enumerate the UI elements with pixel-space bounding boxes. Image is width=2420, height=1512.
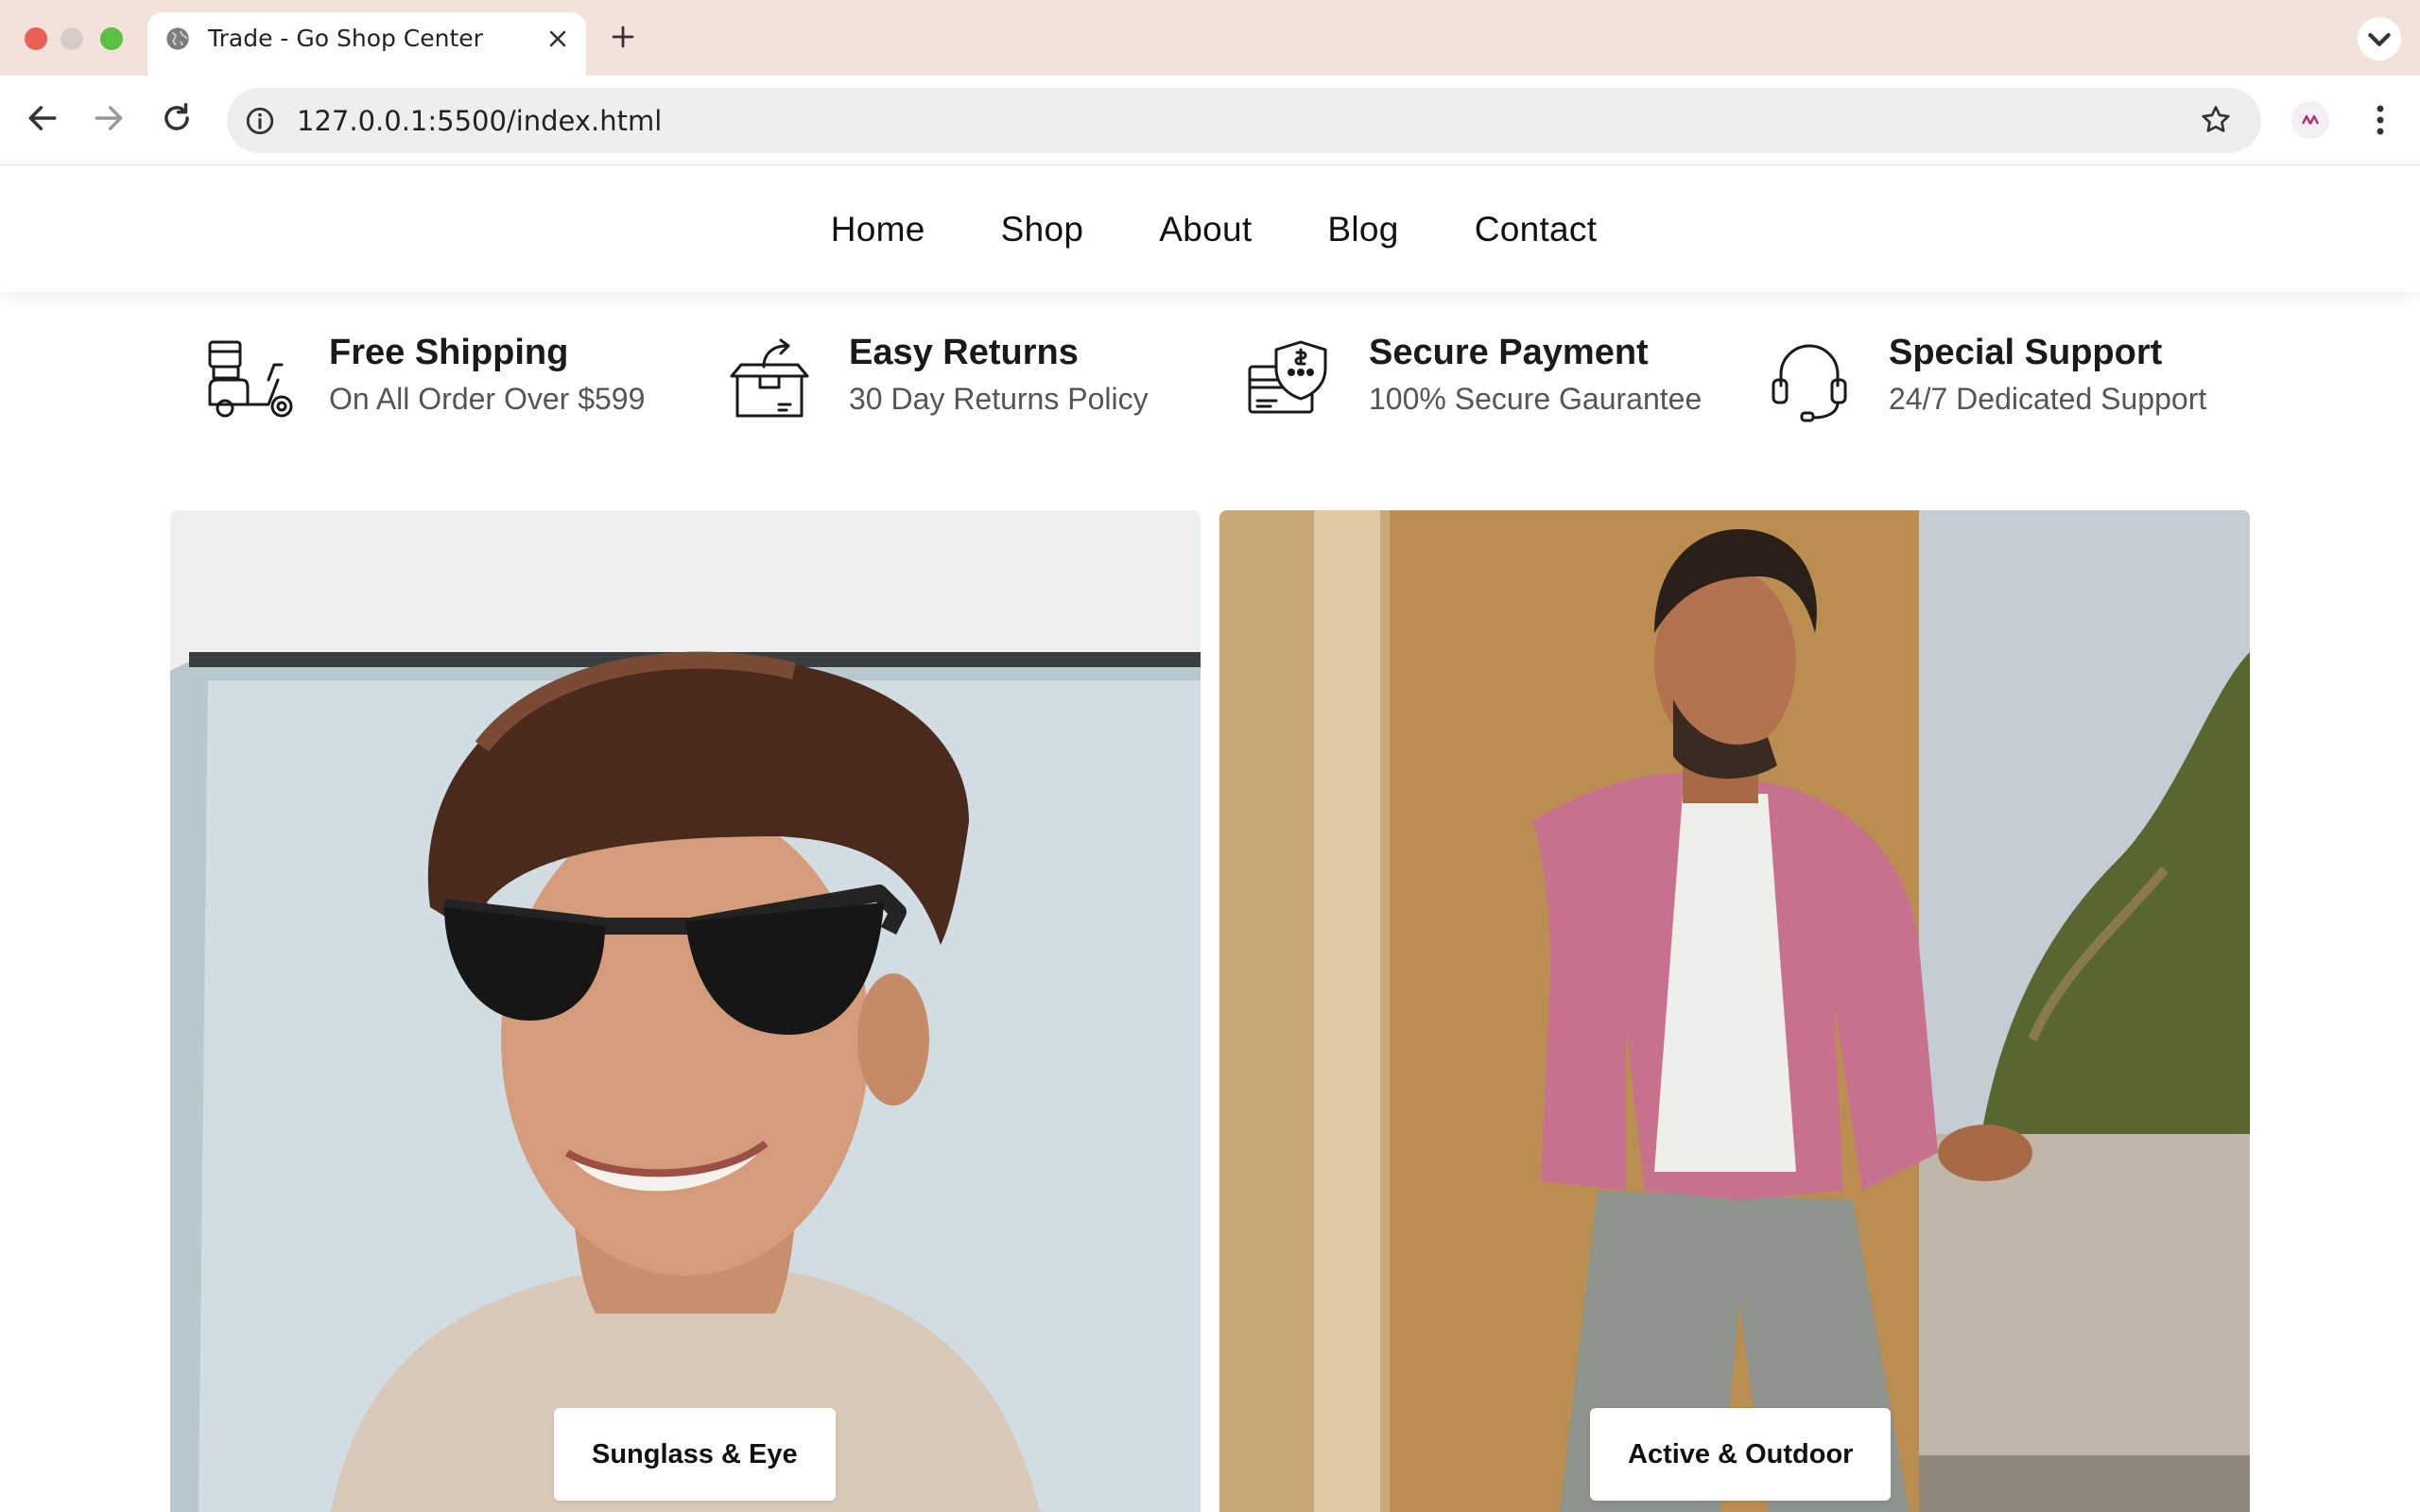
address-bar[interactable]: 127.0.0.1:5500/index.html: [227, 88, 2261, 153]
category-banner-outdoor[interactable]: Active & Outdoor: [1219, 510, 2250, 1512]
forward-icon[interactable]: [91, 100, 127, 136]
chevron-down-icon: [2368, 33, 2391, 46]
feature-title: Special Support: [1889, 333, 2163, 372]
feature-free-shipping: Free Shipping On All Order Over $599: [206, 333, 679, 427]
site-header: Home Shop About Blog Contact: [0, 166, 2420, 292]
star-icon[interactable]: [2199, 103, 2233, 137]
minimize-window-button[interactable]: [60, 27, 83, 50]
feature-special-support: Special Support 24/7 Dedicated Support: [1766, 333, 2295, 427]
feature-secure-payment: Secure Payment 100% Secure Gaurantee: [1246, 333, 1775, 427]
feature-title: Easy Returns: [849, 333, 1079, 372]
nav-contact[interactable]: Contact: [1475, 210, 1598, 249]
browser-toolbar: 127.0.0.1:5500/index.html: [0, 76, 2420, 165]
feature-title: Secure Payment: [1369, 333, 1649, 372]
nav-shop[interactable]: Shop: [1001, 210, 1084, 249]
return-box-icon: [730, 338, 809, 418]
feature-subtitle: 100% Secure Gaurantee: [1369, 382, 1703, 416]
banner-image-outdoor-model: [1219, 510, 2250, 1512]
category-button-sunglass[interactable]: Sunglass & Eye: [554, 1408, 836, 1501]
back-icon[interactable]: [25, 100, 60, 136]
nav-blog[interactable]: Blog: [1327, 210, 1398, 249]
feature-subtitle: On All Order Over $599: [329, 382, 646, 416]
browser-tab-strip: Trade - Go Shop Center: [0, 0, 2420, 76]
feature-subtitle: 30 Day Returns Policy: [849, 382, 1149, 416]
nav-home[interactable]: Home: [831, 210, 925, 249]
reload-icon[interactable]: [159, 100, 195, 136]
tab-title: Trade - Go Shop Center: [208, 25, 483, 52]
secure-card-icon: [1248, 340, 1327, 414]
category-banner-sunglass[interactable]: Sunglass & Eye: [170, 510, 1201, 1512]
profile-icon[interactable]: [2291, 101, 2329, 139]
feature-title: Free Shipping: [329, 333, 569, 372]
close-window-button[interactable]: [25, 27, 47, 50]
feature-subtitle: 24/7 Dedicated Support: [1889, 382, 2207, 416]
main-menu: Home Shop About Blog Contact: [0, 166, 2420, 292]
maximize-window-button[interactable]: [100, 27, 123, 50]
info-icon[interactable]: [244, 105, 276, 137]
feature-easy-returns: Easy Returns 30 Day Returns Policy: [726, 333, 1199, 427]
browser-tab-active[interactable]: Trade - Go Shop Center: [147, 12, 586, 76]
category-button-outdoor[interactable]: Active & Outdoor: [1590, 1408, 1892, 1501]
close-icon[interactable]: [544, 26, 571, 52]
tab-search-button[interactable]: [2358, 17, 2401, 60]
plus-icon[interactable]: [609, 23, 637, 51]
headset-icon: [1772, 344, 1847, 422]
banner-image-sunglass-model: [170, 510, 1201, 1512]
nav-about[interactable]: About: [1159, 210, 1252, 249]
kebab-icon[interactable]: [2363, 100, 2397, 140]
scooter-delivery-icon: [208, 340, 293, 418]
avatar: [2301, 114, 2320, 125]
globe-icon: [166, 27, 189, 50]
url-text[interactable]: 127.0.0.1:5500/index.html: [297, 106, 662, 136]
